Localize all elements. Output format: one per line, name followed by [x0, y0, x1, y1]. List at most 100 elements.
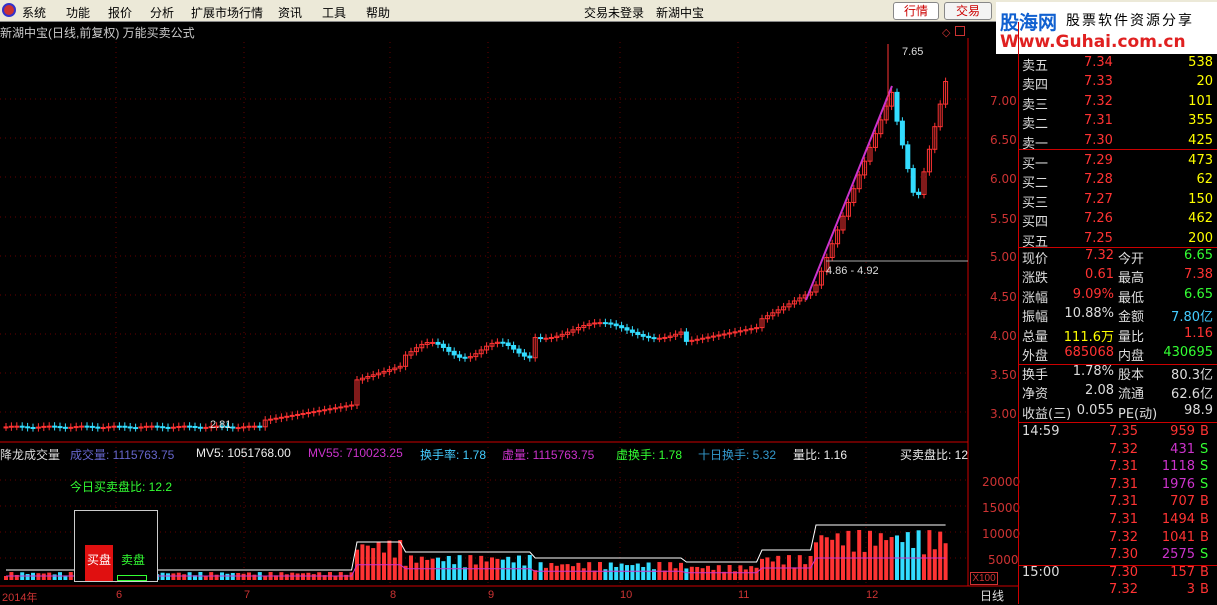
tick-price: 7.31 [1109, 476, 1138, 492]
candle-body [300, 412, 306, 415]
bid-label: 买三 [1022, 195, 1049, 211]
vol-tick-15000: 15000 [982, 501, 1021, 515]
stat-value: 62.6亿 [1171, 387, 1213, 403]
ten-day-turnover-value: 十日换手: 5.32 [698, 448, 777, 462]
volume-bar [673, 568, 678, 580]
volume-bar [781, 564, 786, 580]
quote-value: 111.6万 [1063, 329, 1114, 345]
candle-body [111, 425, 117, 428]
volume-bar [862, 551, 867, 580]
menu-analysis[interactable]: 分析 [150, 4, 174, 21]
ask-volume: 101 [1188, 93, 1213, 109]
candle-body [25, 426, 31, 429]
volume-bar [468, 555, 473, 580]
candle-body [19, 425, 25, 428]
candle-body [332, 407, 338, 410]
menu-extended-market[interactable]: 扩展市场行情 [191, 4, 263, 21]
volume-bar [387, 540, 392, 580]
candle-body [100, 427, 106, 430]
candle-body [543, 337, 549, 340]
ask-label: 卖五 [1022, 59, 1049, 74]
tick-side: B [1200, 529, 1209, 545]
menu-info[interactable]: 资讯 [278, 4, 302, 21]
turnover-value: 换手率: 1.78 [420, 448, 487, 462]
quote-label: 振幅 [1022, 310, 1049, 326]
x-tick-7: 7 [244, 589, 251, 601]
quote-value: 7.32 [1085, 248, 1114, 263]
tick-volume: 1494 [1161, 512, 1195, 527]
quote-value: 685068 [1064, 345, 1114, 360]
vol-scale-label: X100 [970, 572, 998, 585]
volume-indicator-name: 降龙成交量 [0, 448, 61, 462]
sell-volume-bar [117, 575, 147, 581]
candle-body [89, 425, 95, 428]
volume-bar [630, 565, 635, 580]
volume-bar [517, 555, 521, 580]
trade-button[interactable]: 交易 [944, 2, 992, 20]
quote-value: 430695 [1163, 345, 1213, 360]
candle-body [295, 413, 301, 416]
menu-tools[interactable]: 工具 [322, 4, 346, 21]
stock-name: 新湖中宝 [656, 6, 705, 20]
menu-system[interactable]: 系统 [22, 4, 46, 21]
tick-volume: 1041 [1161, 529, 1195, 545]
volume-bar [376, 542, 381, 580]
tick-side: B [1200, 494, 1209, 510]
ask-row: 卖五 7.34 538 [1018, 54, 1217, 74]
candle-body [192, 425, 198, 428]
volume-bar [932, 549, 937, 580]
bid-price: 7.27 [1084, 191, 1113, 207]
volume-bar [943, 543, 948, 580]
volume-bar [284, 574, 289, 580]
menu-function[interactable]: 功能 [66, 4, 90, 21]
quote-value: 0.61 [1085, 267, 1114, 283]
quote-label: 量比 [1118, 329, 1145, 345]
volume-bar [241, 573, 246, 580]
tick-price: 7.31 [1109, 459, 1138, 475]
candle-body [446, 346, 452, 352]
price-tick: 7.00 [990, 94, 1017, 108]
tick-side: S [1200, 476, 1209, 492]
candle-body [894, 91, 900, 122]
panel-left-border [1018, 22, 1019, 604]
stat-label: 净资 [1022, 387, 1049, 403]
ask-volume: 425 [1188, 132, 1213, 148]
stat-label: 流通 [1118, 387, 1145, 403]
bid-row: 买四 7.26 462 [1018, 210, 1217, 230]
period-daily-button[interactable]: 日线 [980, 587, 1004, 604]
volume-bar [846, 530, 851, 580]
candle-body [905, 144, 911, 170]
volume-bar [409, 555, 413, 580]
candle-body [284, 415, 290, 418]
volume-bar [835, 533, 840, 580]
price-tick: 5.50 [990, 212, 1017, 226]
volume-bar [911, 547, 916, 580]
quote-value: 10.88% [1064, 306, 1114, 322]
menu-quote[interactable]: 报价 [108, 4, 132, 21]
volume-bar [889, 537, 894, 580]
volume-bar [425, 559, 430, 580]
brand-url: Www.Guhai.com.cn [1000, 32, 1186, 52]
buy-sell-ratio-value: 买卖盘比: 12 [900, 448, 969, 462]
candle-body [289, 414, 295, 417]
chart-window-icon[interactable] [955, 26, 965, 36]
candle-body [143, 425, 149, 428]
quote-value: 9.09% [1072, 286, 1114, 302]
volume-bar [554, 565, 559, 580]
price-tick: 4.00 [990, 329, 1017, 343]
candle-body [197, 426, 203, 429]
tick-time: 14:59 [1022, 424, 1060, 439]
ask-row: 卖二 7.31 355 [1018, 112, 1217, 132]
bid-volume: 200 [1188, 230, 1213, 246]
candle-body [511, 344, 517, 350]
ask-price: 7.33 [1084, 74, 1113, 90]
candle-body [8, 425, 14, 428]
candle-body [79, 425, 85, 428]
candle-body [592, 322, 598, 325]
sell-label: 卖盘 [121, 553, 146, 567]
volume-bar [360, 544, 365, 580]
quote-button[interactable]: 行情 [893, 2, 939, 20]
mv55-value: MV55: 710023.25 [308, 446, 403, 460]
candle-body [122, 425, 128, 428]
menu-help[interactable]: 帮助 [366, 4, 390, 21]
